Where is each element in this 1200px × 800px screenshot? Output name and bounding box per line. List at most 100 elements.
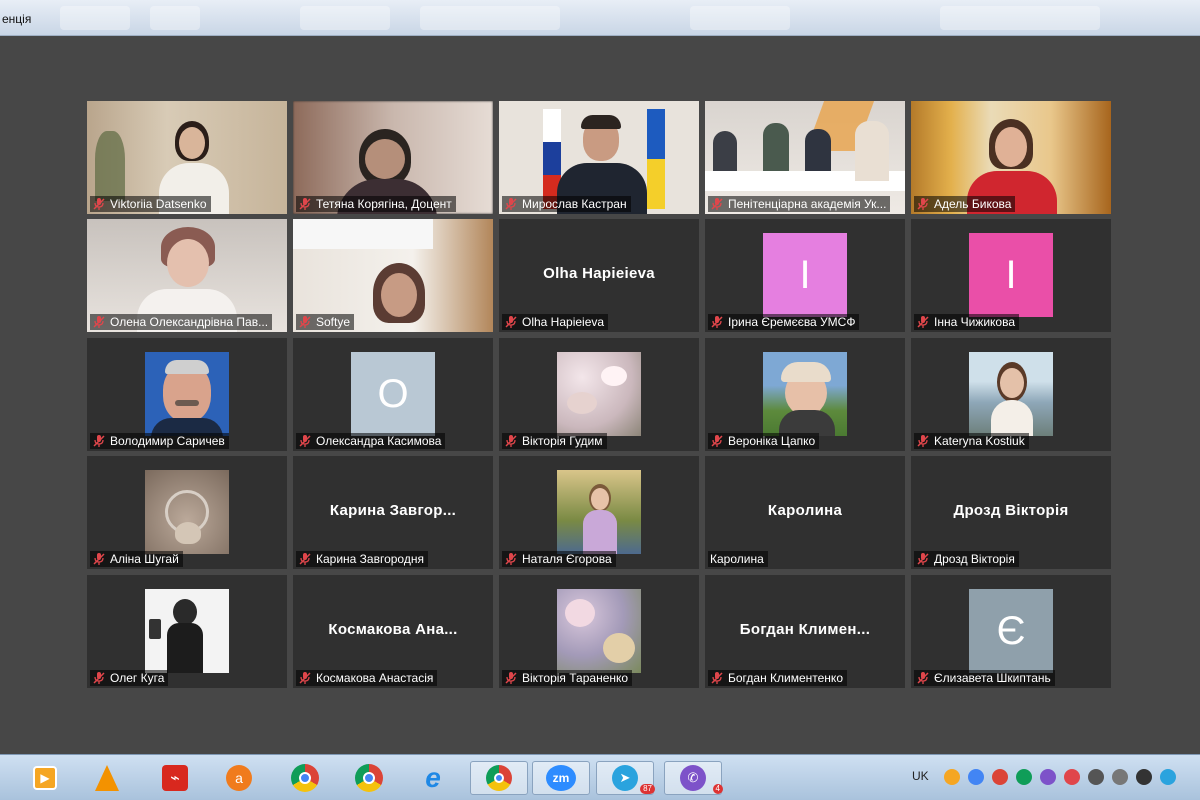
background-tab[interactable] (300, 6, 390, 30)
participant-name: Kateryna Kostiuk (934, 434, 1025, 448)
participant-tile[interactable]: Карина Завгор... Карина Завгородня (293, 456, 493, 569)
participant-tile[interactable]: Олена Олександрівна Пав... (87, 219, 287, 332)
participant-tile[interactable]: Аліна Шугай (87, 456, 287, 569)
vlc-icon[interactable] (90, 761, 124, 795)
muted-mic-icon (298, 315, 312, 329)
muted-mic-icon (504, 671, 518, 685)
participant-tile[interactable]: Olha Hapieieva Olha Hapieieva (499, 219, 699, 332)
participant-name: Softye (316, 315, 351, 329)
participant-tile[interactable]: І Ірина Єремєєва УМСФ (705, 219, 905, 332)
tray-avast-icon[interactable] (944, 769, 960, 785)
pdf-reader-icon[interactable]: ⌁ (158, 761, 192, 795)
participant-name: Вікторія Гудим (522, 434, 603, 448)
internet-explorer-icon[interactable]: e (416, 761, 450, 795)
participant-name: Ірина Єремєєва УМСФ (728, 315, 856, 329)
participant-tile[interactable]: Каролина Каролина (705, 456, 905, 569)
participant-name: Вікторія Тараненко (522, 671, 629, 685)
chrome-icon[interactable] (288, 761, 322, 795)
participant-name-bar: Тетяна Корягіна, Доцент (296, 196, 456, 212)
participant-name: Адель Бикова (934, 197, 1012, 211)
participant-name: Карина Завгородня (316, 552, 424, 566)
avast-icon[interactable]: a (222, 761, 256, 795)
muted-mic-icon (92, 671, 106, 685)
profile-photo (145, 352, 229, 436)
participant-display-name: Olha Hapieieva (543, 265, 655, 282)
participant-tile[interactable]: Softye (293, 219, 493, 332)
tray-network-icon[interactable] (1016, 769, 1032, 785)
participant-tile[interactable]: Вікторія Гудим (499, 338, 699, 451)
participant-tile[interactable]: Наталя Єгорова (499, 456, 699, 569)
participant-tile[interactable]: Тетяна Корягіна, Доцент (293, 101, 493, 214)
background-tab[interactable] (150, 6, 200, 30)
participant-display-name: Космакова Ана... (328, 621, 458, 638)
participant-tile[interactable]: Є Єлизавета Шкиптань (911, 575, 1111, 688)
muted-mic-icon (916, 315, 930, 329)
participant-name: Дрозд Вікторія (934, 552, 1015, 566)
muted-mic-icon (710, 197, 724, 211)
tray-signal-icon[interactable] (1136, 769, 1152, 785)
participant-tile[interactable]: І Інна Чижикова (911, 219, 1111, 332)
participant-tile[interactable]: Viktoriia Datsenko (87, 101, 287, 214)
participant-tile[interactable]: Дрозд Вікторія Дрозд Вікторія (911, 456, 1111, 569)
avatar-letter: І (763, 233, 847, 317)
muted-mic-icon (92, 552, 106, 566)
participant-name-bar: Olha Hapieieva (502, 314, 609, 330)
gallery-view: Viktoriia Datsenko Тетяна Корягіна, Доце… (0, 36, 1200, 754)
tray-volume-icon[interactable] (1088, 769, 1104, 785)
participant-name-bar: Ірина Єремєєва УМСФ (708, 314, 860, 330)
muted-mic-icon (710, 671, 724, 685)
participant-name: Пенітенціарна академія Ук... (728, 197, 887, 211)
notification-badge: 87 (640, 784, 655, 794)
participant-name-bar: Kateryna Kostiuk (914, 433, 1029, 449)
language-indicator[interactable]: UK (912, 769, 929, 783)
muted-mic-icon (298, 434, 312, 448)
background-tab[interactable] (690, 6, 790, 30)
participant-name-bar: Каролина (708, 551, 768, 567)
participant-name-bar: Вікторія Гудим (502, 433, 607, 449)
participant-name: Олег Куга (110, 671, 165, 685)
tray-battery-icon[interactable] (1160, 769, 1176, 785)
muted-mic-icon (298, 197, 312, 211)
participant-name-bar: Вікторія Тараненко (502, 670, 633, 686)
tray-viber-icon[interactable] (1040, 769, 1056, 785)
viber-icon[interactable]: ✆ 4 (664, 761, 723, 795)
participant-display-name: Карина Завгор... (329, 502, 457, 519)
tray-usb-icon[interactable] (1112, 769, 1128, 785)
tray-app-icon[interactable] (992, 769, 1008, 785)
participant-name-bar: Аліна Шугай (90, 551, 183, 567)
muted-mic-icon (504, 552, 518, 566)
participant-tile[interactable]: Адель Бикова (911, 101, 1111, 214)
participant-tile[interactable]: О Олександра Касимова (293, 338, 493, 451)
participant-tile[interactable]: Богдан Климен... Богдан Климентенко (705, 575, 905, 688)
participant-tile[interactable]: Вероніка Цапко (705, 338, 905, 451)
participant-tile[interactable]: Космакова Ана... Космакова Анастасія (293, 575, 493, 688)
participant-tile[interactable]: Володимир Саричев (87, 338, 287, 451)
chrome-profile-icon[interactable] (470, 761, 528, 795)
participant-name-bar: Володимир Саричев (90, 433, 229, 449)
tray-chrome-icon[interactable] (968, 769, 984, 785)
muted-mic-icon (916, 434, 930, 448)
tray-antivirus-icon[interactable] (1064, 769, 1080, 785)
participant-name-bar: Адель Бикова (914, 196, 1016, 212)
background-tab[interactable] (60, 6, 130, 30)
muted-mic-icon (298, 671, 312, 685)
participant-name: Космакова Анастасія (316, 671, 434, 685)
zoom-icon[interactable]: zm (532, 761, 590, 795)
background-tab[interactable] (940, 6, 1100, 30)
participant-name: Каролина (710, 552, 764, 566)
participant-tile[interactable]: Вікторія Тараненко (499, 575, 699, 688)
participant-name: Мирослав Кастран (522, 197, 627, 211)
media-player-icon[interactable]: ▶ (28, 761, 62, 795)
participant-name: Аліна Шугай (110, 552, 179, 566)
participant-tile[interactable]: Олег Куга (87, 575, 287, 688)
background-tab[interactable] (420, 6, 560, 30)
participant-tile[interactable]: Kateryna Kostiuk (911, 338, 1111, 451)
participant-tile[interactable]: Пенітенціарна академія Ук... (705, 101, 905, 214)
participant-tile[interactable]: Мирослав Кастран (499, 101, 699, 214)
telegram-icon[interactable]: ➤ 87 (596, 761, 655, 795)
muted-mic-icon (710, 315, 724, 329)
participant-name: Вероніка Цапко (728, 434, 816, 448)
chrome-beta-icon[interactable] (352, 761, 386, 795)
notification-badge: 4 (712, 784, 723, 794)
muted-mic-icon (504, 434, 518, 448)
